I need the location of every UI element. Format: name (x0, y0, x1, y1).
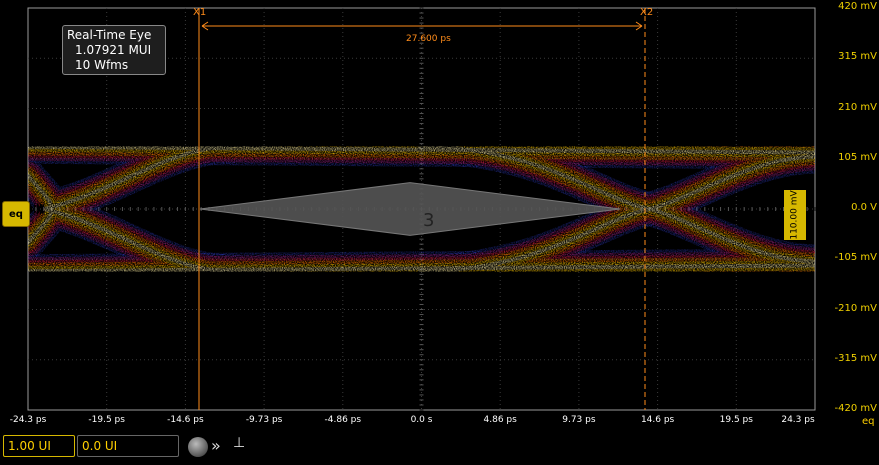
cursor-delta-label: 27.600 ps (406, 34, 451, 44)
info-waveforms: 10 Wfms (75, 58, 129, 72)
channel-marker-label: eq (9, 208, 23, 220)
cursor-x2-label[interactable]: X2 (640, 7, 653, 18)
x-axis-tick-label: 24.3 ps (781, 415, 815, 425)
x-axis-tick-label: -24.3 ps (9, 415, 47, 425)
y-axis-tick-label: 0.0 V (851, 202, 877, 213)
double-chevron-right-icon[interactable]: » (211, 436, 221, 455)
y-axis-tick-label: 210 mV (838, 101, 877, 113)
cursor-x1-label[interactable]: X1 (193, 7, 206, 18)
x-axis-tick-label: -14.6 ps (167, 415, 204, 425)
x-axis-tick-label: -19.5 ps (88, 415, 125, 425)
measurement-tag[interactable]: 110.00 mV (784, 190, 806, 240)
info-box[interactable]: Real-Time Eye 1.07921 MUI 10 Wfms (62, 25, 166, 75)
y-axis-tick-label: -315 mV (834, 352, 877, 364)
x-axis-tick-label: 9.73 ps (562, 415, 596, 425)
channel-marker-icon[interactable]: eq (2, 201, 30, 227)
x-axis-tick-label: -9.73 ps (245, 415, 283, 425)
scope-window: 420 mV 315 mV 210 mV 105 mV 0.0 V -105 mV -210… (0, 0, 879, 465)
y-axis-tick-label: 420 mV (838, 1, 877, 12)
info-title: Real-Time Eye (67, 28, 152, 42)
bottom-toolbar: 1.00 UI 0.0 UI » ⊥ (0, 431, 879, 465)
x-axis-tick-label: -4.86 ps (324, 415, 362, 425)
y-axis-tick-label: -210 mV (834, 302, 877, 314)
y-axis-tick-label: -420 mV (834, 403, 877, 414)
y-axis-tick-label: -105 mV (834, 252, 877, 264)
y-axis-tick-label: 105 mV (838, 151, 877, 163)
eye-mask-label: 3 (423, 210, 435, 231)
x-axis-tick-label: 14.6 ps (640, 415, 675, 425)
x-axis-tick-label: 0.0 s (410, 415, 433, 425)
ui-offset-field[interactable]: 0.0 UI (77, 435, 179, 457)
y-axis-tick-label: 315 mV (838, 51, 877, 63)
measurement-tag-label: 110.00 mV (790, 190, 800, 240)
pin-icon[interactable]: ⊥ (233, 435, 245, 451)
x-axis-tick-label: 4.86 ps (483, 415, 517, 425)
knob-icon[interactable] (188, 437, 208, 457)
x-axis-eq-label: eq (862, 416, 875, 427)
info-unit-intervals: 1.07921 MUI (75, 43, 152, 57)
x-axis-tick-label: 19.5 ps (719, 415, 753, 425)
ui-scale-field[interactable]: 1.00 UI (3, 435, 75, 457)
